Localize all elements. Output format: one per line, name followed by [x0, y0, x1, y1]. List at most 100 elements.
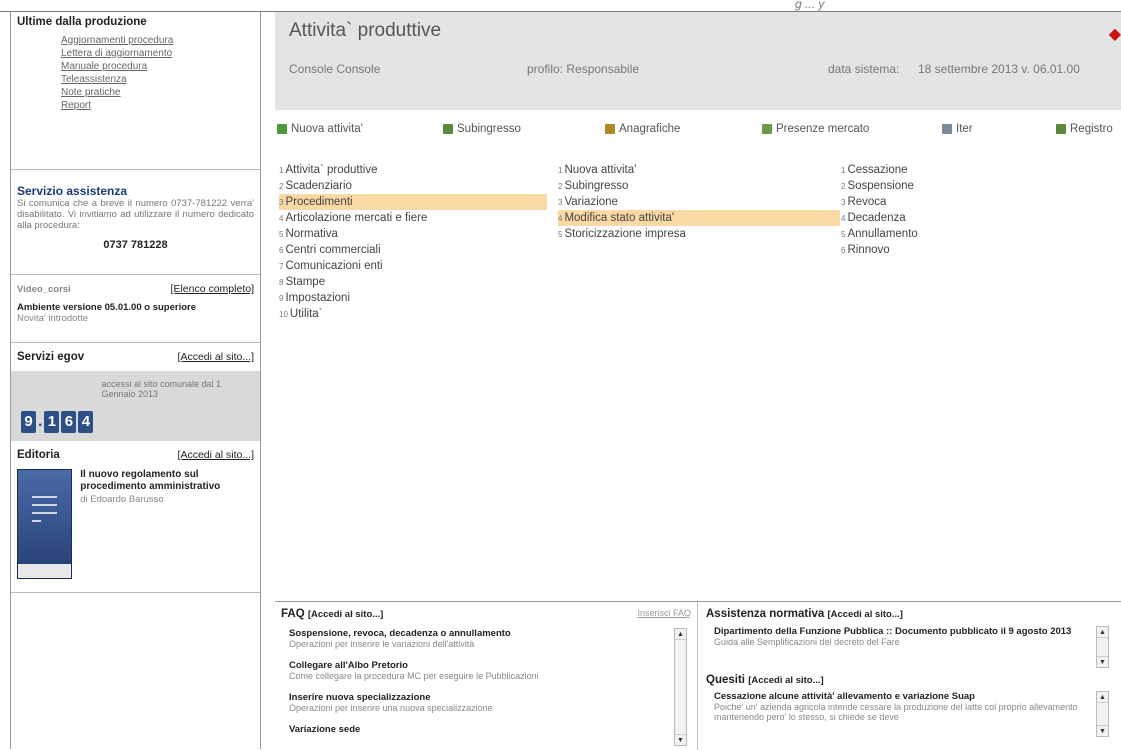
- menu-item-number: 1: [558, 166, 563, 175]
- link-manuale[interactable]: Manuale procedura: [61, 60, 254, 73]
- faq-panel: FAQ [Accedi al sito...] Inserisci FAQ Sos…: [275, 602, 698, 750]
- menu-item-number: 5: [558, 230, 563, 239]
- scroll-up-icon[interactable]: ▲: [1097, 627, 1108, 638]
- counter-digit: 9: [21, 411, 36, 433]
- menu-item-number: 7: [279, 262, 284, 271]
- menu-main-item[interactable]: 9 Impostazioni: [279, 290, 547, 306]
- toolbar-subingresso[interactable]: Subingresso: [443, 123, 521, 135]
- menu-stato-item[interactable]: 4 Decadenza: [841, 210, 1041, 226]
- quesito-item[interactable]: Cessazione alcune attività' allevamento …: [706, 691, 1093, 722]
- scroll-down-icon[interactable]: ▼: [1097, 725, 1108, 736]
- normativa-link[interactable]: [Accedi al sito...]: [827, 609, 903, 620]
- toolbar-iter[interactable]: Iter: [942, 123, 973, 135]
- menu-item-number: 3: [841, 198, 846, 207]
- faq-list: Sospensione, revoca, decadenza o annulla…: [281, 628, 691, 746]
- menu-procedimenti-item[interactable]: 1 Nuova attivita': [558, 162, 840, 178]
- menu-item-number: 4: [841, 214, 846, 223]
- iter-icon: [942, 124, 952, 134]
- video-item[interactable]: Ambiente versione 05.01.00 o superiore: [17, 302, 254, 313]
- link-teleassistenza[interactable]: Teleassistenza: [61, 73, 254, 86]
- menu-item-label: Cessazione: [847, 164, 908, 176]
- menu-stato-item[interactable]: 5 Annullamento: [841, 226, 1041, 242]
- page-title: Attivita` produttive: [289, 20, 442, 41]
- faq-scrollbar[interactable]: ▲ ▼: [674, 628, 687, 746]
- app-window: Ultime dalla produzione Aggiornamenti pr…: [0, 11, 1121, 750]
- normativa-scrollbar[interactable]: ▲ ▼: [1096, 626, 1109, 668]
- link-report[interactable]: Report: [61, 99, 254, 112]
- toolbar-registro[interactable]: Registro: [1056, 123, 1113, 135]
- book-title[interactable]: Il nuovo regolamento sul procedimento am…: [80, 469, 254, 493]
- menu-main-item[interactable]: 8 Stampe: [279, 274, 547, 290]
- menu-procedimenti-item[interactable]: 3 Variazione: [558, 194, 840, 210]
- menu-item-label: Rinnovo: [847, 244, 890, 256]
- left-sidebar: Ultime dalla produzione Aggiornamenti pr…: [10, 12, 261, 749]
- menu-item-label: Normativa: [285, 228, 338, 240]
- egov-link[interactable]: [Accedi al sito...]: [178, 351, 254, 363]
- menu-stato-item[interactable]: 1 Cessazione: [841, 162, 1041, 178]
- menu-main-item[interactable]: 6 Centri commerciali: [279, 242, 547, 258]
- registro-icon: [1056, 124, 1066, 134]
- date-label: data sistema:: [828, 62, 900, 76]
- menu-procedimenti-item[interactable]: 2 Subingresso: [558, 178, 840, 194]
- menu-item-number: 1: [841, 166, 846, 175]
- assist-text: Si comunica che a breve il numero 0737-7…: [17, 198, 254, 231]
- menu-stato-item[interactable]: 3 Revoca: [841, 194, 1041, 210]
- quesiti-list: Cessazione alcune attività' allevamento …: [706, 691, 1113, 737]
- menu-main-item[interactable]: 7 Comunicazioni enti: [279, 258, 547, 274]
- faq-item[interactable]: Variazione sede: [281, 724, 671, 735]
- alert-icon[interactable]: ◆: [1109, 24, 1121, 44]
- date-value: 18 settembre 2013 v. 06.01.00: [918, 62, 1080, 76]
- menu-stato-item[interactable]: 2 Sospensione: [841, 178, 1041, 194]
- menu-stato-item[interactable]: 6 Rinnovo: [841, 242, 1041, 258]
- video-sub: Novita' introdotte: [17, 313, 88, 324]
- faq-item[interactable]: Inserire nuova specializzazione Operazion…: [281, 692, 671, 713]
- quesiti-scrollbar[interactable]: ▲ ▼: [1096, 691, 1109, 737]
- quesiti-title: Quesiti: [706, 674, 745, 686]
- menu-item-label: Attivita` produttive: [285, 164, 378, 176]
- menu-item-label: Procedimenti: [285, 196, 353, 208]
- menu-item-label: Scadenziario: [285, 180, 352, 192]
- quesiti-link[interactable]: [Accedi al sito...]: [748, 675, 824, 686]
- assist-phone: 0737 781228: [103, 239, 168, 251]
- subingresso-icon: [443, 124, 453, 134]
- console-label: Console Console: [289, 62, 381, 76]
- menu-item-label: Revoca: [847, 196, 887, 208]
- news-title: Ultime dalla produzione: [17, 16, 147, 28]
- menu-item-number: 4: [279, 214, 284, 223]
- menu-main-item[interactable]: 1 Attivita` produttive: [279, 162, 547, 178]
- menu-main-item[interactable]: 3 Procedimenti: [279, 194, 547, 210]
- egov-section: Servizi egov [Accedi al sito...] 9 . 1 6 …: [11, 343, 260, 441]
- toolbar-anagrafiche[interactable]: Anagrafiche: [605, 123, 680, 135]
- menu-item-number: 5: [841, 230, 846, 239]
- book-cover-image[interactable]: [17, 469, 73, 579]
- menu-main-item[interactable]: 4 Articolazione mercati e fiere: [279, 210, 547, 226]
- link-lettera[interactable]: Lettera di aggiornamento: [61, 47, 254, 60]
- normativa-panel: Assistenza normativa [Accedi al sito...]…: [698, 602, 1121, 750]
- toolbar-nuova-attivita[interactable]: Nuova attivita': [277, 123, 363, 135]
- menu-main-item[interactable]: 5 Normativa: [279, 226, 547, 242]
- scroll-down-icon[interactable]: ▼: [675, 734, 686, 745]
- menu-main-item[interactable]: 10 Utilita`: [279, 306, 547, 322]
- scroll-up-icon[interactable]: ▲: [1097, 692, 1108, 703]
- faq-insert-link[interactable]: Inserisci FAQ: [637, 608, 691, 618]
- counter-digit: 6: [61, 411, 77, 433]
- menu-main-item[interactable]: 2 Scadenziario: [279, 178, 547, 194]
- menu-procedimenti-item[interactable]: 4 Modifica stato attivita': [558, 210, 840, 226]
- edit-link[interactable]: [Accedi al sito...]: [178, 449, 254, 461]
- menu-procedimenti-item[interactable]: 5 Storicizzazione impresa: [558, 226, 840, 242]
- scroll-down-icon[interactable]: ▼: [1097, 656, 1108, 667]
- counter-digit: 1: [44, 411, 60, 433]
- video-elenco-link[interactable]: [Elenco completo]: [171, 283, 254, 295]
- toolbar-presenze-mercato[interactable]: Presenze mercato: [762, 123, 869, 135]
- menu-item-label: Impostazioni: [285, 292, 351, 304]
- normativa-item[interactable]: Dipartimento della Funzione Pubblica :: …: [706, 626, 1093, 647]
- faq-item[interactable]: Sospensione, revoca, decadenza o annulla…: [281, 628, 671, 649]
- link-aggiornamenti[interactable]: Aggiornamenti procedura: [61, 34, 254, 47]
- faq-item[interactable]: Collegare all'Albo Pretorio Come collegar…: [281, 660, 671, 681]
- scroll-up-icon[interactable]: ▲: [675, 629, 686, 640]
- menu-item-number: 8: [279, 278, 284, 287]
- menu-item-label: Nuova attivita': [564, 164, 637, 176]
- faq-link[interactable]: [Accedi al sito...]: [308, 609, 384, 620]
- link-note[interactable]: Note pratiche: [61, 86, 254, 99]
- egov-note: accessi al sito comunale dal 1 Gennaio 2…: [101, 379, 222, 399]
